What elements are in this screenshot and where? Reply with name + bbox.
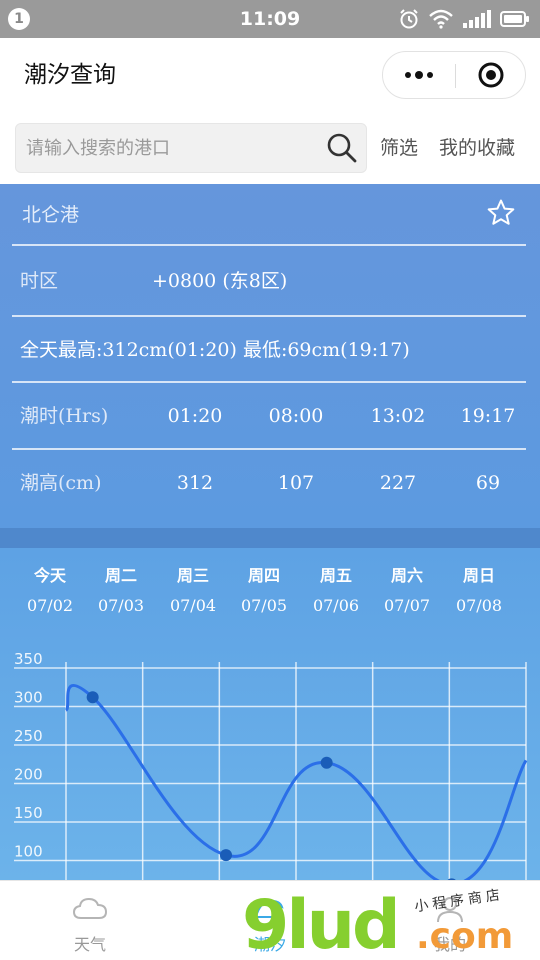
day-date: 07/04	[169, 596, 217, 615]
day-name: 周四	[247, 566, 280, 585]
day-tab-sat[interactable]: 周六 07/07	[372, 562, 442, 622]
day-date: 07/07	[383, 596, 431, 615]
cloud-icon	[72, 897, 108, 919]
timezone-row: 时区 +0800 (东8区)	[12, 246, 526, 317]
tide-height-cell: 69	[475, 472, 501, 494]
day-name: 周六	[390, 566, 423, 585]
menu-capsule	[382, 51, 526, 99]
y-tick-label: 150	[14, 804, 43, 822]
tide-time-cell: 13:02	[370, 405, 426, 427]
y-tick-label: 250	[14, 727, 43, 745]
search-row: 筛选 我的收藏	[0, 112, 540, 184]
tab-tide[interactable]: 潮汐	[210, 881, 330, 960]
tab-mine[interactable]: 我的	[390, 881, 510, 960]
battery-icon	[500, 11, 529, 27]
status-bar: 1 11:09	[0, 0, 540, 38]
tide-time-row: 潮时(Hrs) 01:20 08:00 13:02 19:17	[12, 383, 526, 450]
timezone-label: 时区	[20, 270, 59, 292]
day-date: 07/02	[26, 596, 74, 615]
day-tab-tue[interactable]: 周二 07/03	[86, 562, 156, 622]
day-tab-today[interactable]: 今天 07/02	[15, 562, 85, 622]
daily-summary-row: 全天最高:312cm(01:20) 最低:69cm(19:17)	[12, 317, 526, 383]
search-icon[interactable]	[324, 130, 360, 166]
tide-point	[220, 849, 232, 862]
search-input[interactable]	[16, 124, 316, 172]
day-date: 07/08	[455, 596, 503, 615]
tab-label: 天气	[73, 935, 106, 954]
day-date: 07/05	[240, 596, 288, 615]
tide-time-cell: 08:00	[268, 405, 324, 427]
port-header: 北仑港	[12, 184, 526, 246]
day-name: 周日	[462, 566, 495, 585]
week-panel: 今天 07/02 周二 07/03 周三 07/04 周四 07/05 周五 0…	[0, 548, 540, 880]
alarm-icon	[400, 9, 418, 29]
more-dots-icon	[405, 71, 433, 79]
y-tick-label: 300	[14, 689, 43, 707]
day-name: 周五	[319, 566, 352, 585]
timezone-value: +0800 (东8区)	[152, 270, 288, 292]
day-name: 周二	[104, 566, 137, 585]
page-title: 潮汐查询	[24, 62, 116, 88]
day-date: 07/06	[312, 596, 360, 615]
tide-point	[320, 756, 333, 769]
star-icon[interactable]	[486, 198, 516, 228]
tide-height-label: 潮高(cm)	[20, 472, 102, 494]
y-tick-label: 100	[14, 843, 43, 861]
nav-bar: 潮汐查询	[0, 38, 540, 112]
more-button[interactable]	[383, 52, 455, 98]
day-name: 今天	[33, 566, 66, 585]
day-tab-thu[interactable]: 周四 07/05	[229, 562, 299, 622]
filter-button[interactable]: 筛选	[380, 112, 418, 184]
tide-chart: 100 150 200 250 300 350	[14, 650, 528, 880]
daily-summary: 全天最高:312cm(01:20) 最低:69cm(19:17)	[20, 339, 410, 361]
day-tab-wed[interactable]: 周三 07/04	[158, 562, 228, 622]
my-favorites-button[interactable]: 我的收藏	[439, 112, 515, 184]
tab-label: 潮汐	[253, 935, 286, 954]
target-close-icon	[478, 62, 504, 88]
wifi-icon	[429, 9, 453, 29]
tide-height-cell: 312	[176, 472, 214, 494]
tide-time-cell: 01:20	[167, 405, 223, 427]
status-icons	[398, 7, 530, 31]
user-icon	[437, 897, 463, 923]
day-name: 周三	[176, 566, 209, 585]
tab-bar: 天气 潮汐 我的	[0, 880, 540, 960]
tab-weather[interactable]: 天气	[30, 881, 150, 960]
tide-height-cell: 227	[379, 472, 417, 494]
tide-height-row: 潮高(cm) 312 107 227 69	[12, 450, 526, 517]
day-date: 07/03	[97, 596, 145, 615]
tide-time-label: 潮时(Hrs)	[20, 405, 109, 427]
wave-icon	[254, 899, 284, 918]
port-info-panel: 北仑港 时区 +0800 (东8区) 全天最高:312cm(01:20) 最低:…	[0, 184, 540, 528]
section-separator	[0, 528, 540, 548]
port-name: 北仑港	[22, 204, 80, 226]
day-tab-fri[interactable]: 周五 07/06	[301, 562, 371, 622]
tide-time-cell: 19:17	[460, 405, 516, 427]
search-box	[15, 123, 367, 173]
y-tick-label: 200	[14, 766, 43, 784]
tab-label: 我的	[433, 935, 466, 954]
tide-point	[86, 691, 99, 704]
y-tick-label: 350	[14, 650, 43, 668]
tide-height-cell: 107	[277, 472, 315, 494]
signal-icon	[463, 10, 491, 28]
close-button[interactable]	[456, 52, 526, 98]
day-tab-sun[interactable]: 周日 07/08	[444, 562, 514, 622]
